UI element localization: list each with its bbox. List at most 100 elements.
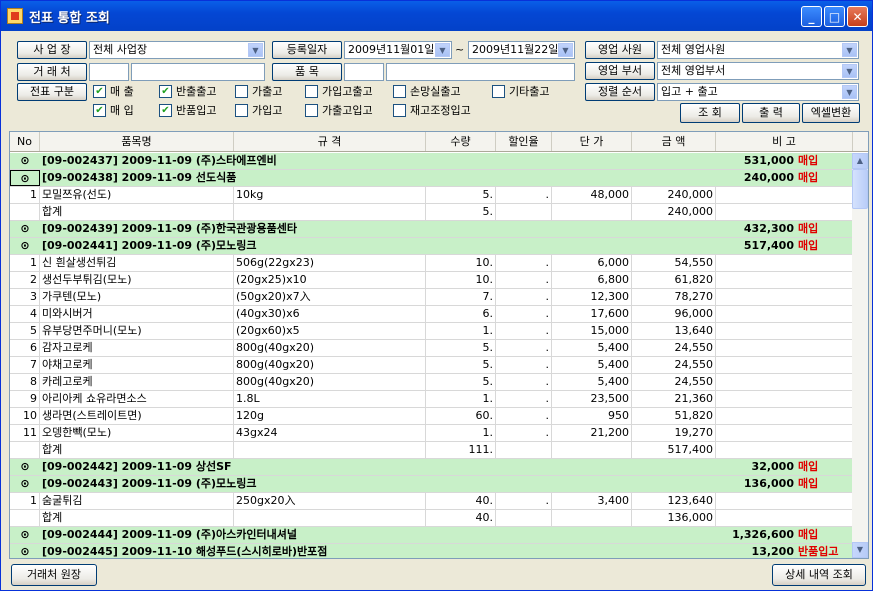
workplace-label-button[interactable]: 사 업 장 xyxy=(17,41,87,59)
expand-toggle-icon[interactable]: ⊙ xyxy=(10,221,40,237)
date-to-picker[interactable]: 2009년11월22일 ▼ xyxy=(468,41,575,59)
maximize-button[interactable]: □ xyxy=(824,6,845,27)
item-name-input[interactable] xyxy=(386,63,575,81)
table-row[interactable]: 2 생선두부튀김(모노) (20gx25)x10 10.. 6,800 61,820 xyxy=(10,272,853,289)
item-label-button[interactable]: 품 목 xyxy=(272,63,342,81)
table-row[interactable]: 6 감자고로케 800g(40gx20) 5.. 5,400 24,550 xyxy=(10,340,853,357)
slip-type-checkbox[interactable]: 가출고입고 xyxy=(305,103,373,117)
sales-rep-label-button[interactable]: 영업 사원 xyxy=(585,41,655,59)
chevron-down-icon[interactable]: ▼ xyxy=(558,43,573,57)
close-button[interactable]: ✕ xyxy=(847,6,868,27)
table-row[interactable]: 5 유부당면주머니(모노) (20gx60)x5 1.. 15,000 13,640 xyxy=(10,323,853,340)
title-bar[interactable]: 전표 통합 조회 _ □ ✕ xyxy=(1,1,872,31)
checkbox-box[interactable]: ✔ xyxy=(159,84,172,98)
checkbox-box[interactable] xyxy=(305,103,318,117)
checkbox-box[interactable]: ✔ xyxy=(159,103,172,117)
print-button[interactable]: 출 력 xyxy=(742,103,800,123)
column-header[interactable]: No xyxy=(10,132,40,151)
slip-type-checkbox[interactable]: ✔ 매 입 xyxy=(93,103,134,117)
detail-view-button[interactable]: 상세 내역 조회 xyxy=(772,564,866,586)
slip-group-row[interactable]: ⊙ [09-002437] 2009-11-09 (주)스타에프엔비 531,000… xyxy=(10,153,853,170)
scroll-up-icon[interactable]: ▲ xyxy=(852,153,868,169)
checkbox-box[interactable] xyxy=(235,84,248,98)
table-row[interactable]: 합계 40. 136,000 xyxy=(10,510,853,527)
client-code-input[interactable] xyxy=(89,63,129,81)
slip-group-row[interactable]: ⊙ [09-002438] 2009-11-09 선도식품 240,000 매입 xyxy=(10,170,853,187)
slip-type-checkbox[interactable]: 손망실출고 xyxy=(393,84,461,98)
table-row[interactable]: 7 야채고로케 800g(40gx20) 5.. 5,400 24,550 xyxy=(10,357,853,374)
sales-rep-select[interactable]: 전체 영업사원 ▼ xyxy=(657,41,859,59)
slip-group-row[interactable]: ⊙ [09-002445] 2009-11-10 해성푸드(스시히로바)반포점 13… xyxy=(10,544,853,558)
slip-group-row[interactable]: ⊙ [09-002441] 2009-11-09 (주)모노링크 517,400 매입 xyxy=(10,238,853,255)
slip-type-checkbox[interactable]: ✔ 반출출고 xyxy=(159,84,216,98)
workplace-select[interactable]: 전체 사업장 ▼ xyxy=(89,41,265,59)
slip-type-checkbox[interactable]: 가입고 xyxy=(235,103,282,117)
chevron-down-icon[interactable]: ▼ xyxy=(435,43,450,57)
expand-toggle-icon[interactable]: ⊙ xyxy=(10,527,40,543)
column-header[interactable]: 금 액 xyxy=(632,132,716,151)
sales-dept-label-button[interactable]: 영업 부서 xyxy=(585,62,655,80)
slip-type-label-button[interactable]: 전표 구분 xyxy=(17,83,87,101)
slip-type-checkbox[interactable]: ✔ 매 출 xyxy=(93,84,134,98)
column-header[interactable]: 할인율 xyxy=(496,132,552,151)
column-header[interactable]: 규 격 xyxy=(234,132,426,151)
slip-group-row[interactable]: ⊙ [09-002443] 2009-11-09 (주)모노링크 136,000 매입 xyxy=(10,476,853,493)
expand-toggle-icon[interactable]: ⊙ xyxy=(10,459,40,475)
chevron-down-icon[interactable]: ▼ xyxy=(842,64,857,78)
vertical-scrollbar[interactable]: ▲ ▼ xyxy=(852,153,868,558)
excel-export-button[interactable]: 엑셀변환 xyxy=(802,103,860,123)
expand-toggle-icon[interactable]: ⊙ xyxy=(10,544,40,558)
slip-type-checkbox[interactable]: 가출고 xyxy=(235,84,282,98)
table-row[interactable]: 4 미와시버거 (40gx30)x6 6.. 17,600 96,000 xyxy=(10,306,853,323)
table-row[interactable]: 11 오뎅한빽(모노) 43gx24 1.. 21,200 19,270 xyxy=(10,425,853,442)
checkbox-box[interactable]: ✔ xyxy=(93,103,106,117)
scroll-thumb[interactable] xyxy=(852,169,868,209)
search-button[interactable]: 조 회 xyxy=(680,103,740,123)
table-row[interactable]: 8 카레고로케 800g(40gx20) 5.. 5,400 24,550 xyxy=(10,374,853,391)
table-row[interactable]: 1 모밀쯔유(선도) 10kg 5.. 48,000 240,000 xyxy=(10,187,853,204)
item-code-input[interactable] xyxy=(344,63,384,81)
checkbox-box[interactable] xyxy=(305,84,318,98)
slip-type-checkbox[interactable]: 가입고출고 xyxy=(305,84,373,98)
minimize-button[interactable]: _ xyxy=(801,6,822,27)
expand-toggle-icon[interactable]: ⊙ xyxy=(10,476,40,492)
client-label-button[interactable]: 거 래 처 xyxy=(17,63,87,81)
client-ledger-button[interactable]: 거래처 원장 xyxy=(11,564,97,586)
slip-type-checkbox[interactable]: 재고조정입고 xyxy=(393,103,471,117)
table-row[interactable]: 1신 흰살생선튀김 506g(22gx23) 10.. 6,000 54,550 xyxy=(10,255,853,272)
checkbox-box[interactable] xyxy=(492,84,505,98)
expand-toggle-icon[interactable]: ⊙ xyxy=(10,170,40,186)
column-header[interactable]: 단 가 xyxy=(552,132,632,151)
chevron-down-icon[interactable]: ▼ xyxy=(842,85,857,99)
column-header[interactable]: 품목명 xyxy=(40,132,234,151)
slip-group-row[interactable]: ⊙ [09-002444] 2009-11-09 (주)아스카인터내셔널 1,326… xyxy=(10,527,853,544)
expand-toggle-icon[interactable]: ⊙ xyxy=(10,238,40,254)
slip-type-checkbox[interactable]: 기타출고 xyxy=(492,84,549,98)
table-row[interactable]: 9 아리아케 쇼유라면소스 1.8L 1.. 23,500 21,360 xyxy=(10,391,853,408)
table-row[interactable]: 합계 111. 517,400 xyxy=(10,442,853,459)
slip-group-row[interactable]: ⊙ [09-002442] 2009-11-09 상선SF 32,000 매입 xyxy=(10,459,853,476)
sales-dept-select[interactable]: 전체 영업부서 ▼ xyxy=(657,62,859,80)
expand-toggle-icon[interactable]: ⊙ xyxy=(10,153,40,169)
table-row[interactable]: 합계 5. 240,000 xyxy=(10,204,853,221)
checkbox-box[interactable] xyxy=(393,103,406,117)
chevron-down-icon[interactable]: ▼ xyxy=(248,43,263,57)
table-row[interactable]: 3 가쿠텐(모노) (50gx20)x7入 7.. 12,300 78,270 xyxy=(10,289,853,306)
client-name-input[interactable] xyxy=(131,63,265,81)
checkbox-box[interactable] xyxy=(393,84,406,98)
slip-group-row[interactable]: ⊙ [09-002439] 2009-11-09 (주)한국관광용품센타 432,3… xyxy=(10,221,853,238)
date-from-picker[interactable]: 2009년11월01일 ▼ xyxy=(344,41,452,59)
slip-grid[interactable]: No 품목명 규 격 수량 할인율 단 가금 액비 고 ⊙ [09-002437] 2009… xyxy=(9,131,869,559)
sort-order-label-button[interactable]: 정렬 순서 xyxy=(585,83,655,101)
column-header[interactable]: 비 고 xyxy=(716,132,853,151)
checkbox-box[interactable]: ✔ xyxy=(93,84,106,98)
checkbox-box[interactable] xyxy=(235,103,248,117)
slip-type-checkbox[interactable]: ✔ 반품입고 xyxy=(159,103,216,117)
column-header[interactable]: 수량 xyxy=(426,132,496,151)
sort-order-select[interactable]: 입고 + 출고 ▼ xyxy=(657,83,859,101)
reg-date-label-button[interactable]: 등록일자 xyxy=(272,41,342,59)
scroll-down-icon[interactable]: ▼ xyxy=(852,542,868,558)
table-row[interactable]: 1 숨굴튀김 250gx20入 40.. 3,400 123,640 xyxy=(10,493,853,510)
table-row[interactable]: 10 생라면(스트레이트면) 120g 60.. 950 51,820 xyxy=(10,408,853,425)
chevron-down-icon[interactable]: ▼ xyxy=(842,43,857,57)
